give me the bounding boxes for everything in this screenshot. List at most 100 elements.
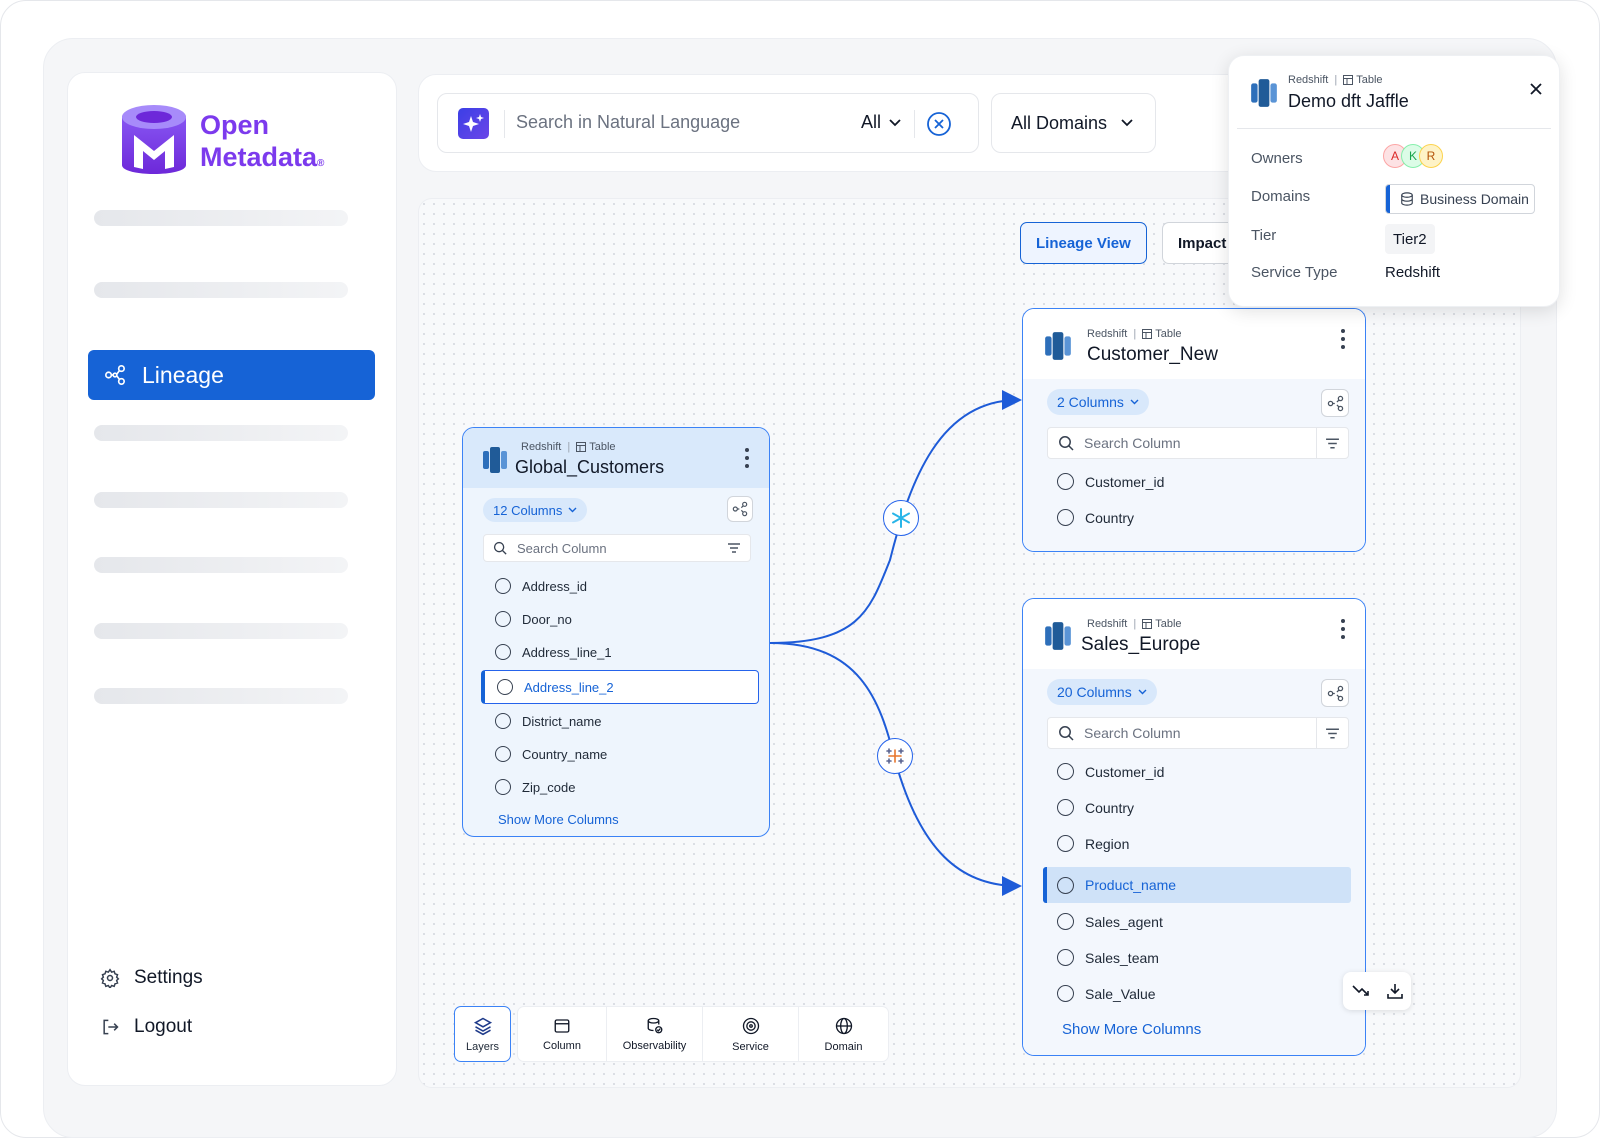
trend-down-icon[interactable]: [1351, 984, 1370, 998]
tool-label: Layers: [465, 1040, 500, 1053]
column-row[interactable]: Door_no: [495, 611, 572, 627]
columns-toggle[interactable]: 12 Columns: [483, 498, 588, 522]
column-name: Product_name: [1085, 877, 1177, 893]
tier-label: Tier: [1251, 227, 1277, 244]
popup-title: Demo dft Jaffle: [1288, 91, 1409, 111]
column-name: Customer_id: [1085, 763, 1165, 780]
column-row[interactable]: Region: [1057, 835, 1129, 852]
column-row[interactable]: Customer_id: [1057, 763, 1164, 780]
columns-toggle[interactable]: 20 Columns: [1047, 679, 1157, 705]
show-more-columns-link[interactable]: Show More Columns: [498, 812, 619, 827]
column-lineage-button[interactable]: [1321, 389, 1349, 417]
node-meta: Redshift | Table: [1087, 328, 1182, 340]
show-more-columns-link[interactable]: Show More Columns: [1062, 1021, 1201, 1038]
redshift-icon: [1045, 622, 1071, 650]
column-name: Sale_Value: [1085, 985, 1156, 1002]
observability-layer-button[interactable]: Observability: [607, 1006, 703, 1062]
service-name: Redshift: [1087, 618, 1128, 630]
column-row[interactable]: Sale_Value: [1057, 985, 1156, 1002]
tableau-pipeline-icon[interactable]: [877, 738, 913, 774]
column-search-input[interactable]: Search Column: [1047, 717, 1349, 749]
tool-label: Column: [543, 1039, 581, 1052]
owner-avatar[interactable]: R: [1419, 144, 1443, 168]
layers-button[interactable]: Layers: [454, 1006, 511, 1062]
filter-icon[interactable]: [1316, 718, 1348, 748]
column-row-selected[interactable]: Address_line_2: [481, 670, 759, 704]
search-icon: [493, 541, 507, 555]
column-row-selected[interactable]: Product_name: [1043, 867, 1351, 903]
lineage-icon: [732, 501, 748, 517]
snowflake-pipeline-icon[interactable]: [883, 500, 919, 536]
database-icon: [1401, 192, 1413, 206]
column-row[interactable]: Customer_id: [1057, 473, 1164, 490]
layers-icon: [473, 1017, 492, 1035]
columns-toggle[interactable]: 2 Columns: [1047, 389, 1149, 415]
table-icon: [1343, 75, 1354, 85]
lineage-node-global-customers[interactable]: Redshift | Table Global_Customers 12 Colu…: [462, 427, 770, 837]
column-search-placeholder: Search Column: [1084, 435, 1181, 451]
column-row[interactable]: Country: [1057, 799, 1134, 816]
chevron-down-icon: [1130, 399, 1139, 405]
columns-count: 20 Columns: [1057, 684, 1132, 700]
table-icon: [1142, 619, 1153, 629]
download-icon[interactable]: [1386, 983, 1403, 999]
more-options-icon[interactable]: [1341, 619, 1345, 643]
column-row[interactable]: Address_id: [495, 578, 587, 594]
filter-icon[interactable]: [1316, 428, 1348, 458]
column-lineage-button[interactable]: [1321, 679, 1349, 707]
column-layer-button[interactable]: Column: [517, 1006, 607, 1062]
column-icon: [554, 1018, 570, 1033]
column-name: Country: [1085, 509, 1135, 526]
column-row[interactable]: Sales_agent: [1057, 913, 1163, 930]
table-icon: [1142, 329, 1153, 339]
column-search-input[interactable]: Search Column: [1047, 427, 1349, 459]
column-name: Zip_code: [522, 779, 576, 795]
column-row[interactable]: Sales_team: [1057, 949, 1159, 966]
column-name: District_name: [522, 713, 602, 729]
column-row[interactable]: Country: [1057, 509, 1134, 526]
column-search-input[interactable]: Search Column: [483, 534, 751, 562]
service-type-label: Service Type: [1251, 264, 1338, 281]
entity-type: Table: [1356, 74, 1383, 86]
column-lineage-button[interactable]: [727, 496, 753, 522]
tool-label: Service: [732, 1040, 769, 1053]
node-title: Sales_Europe: [1081, 634, 1201, 655]
lineage-icon: [1327, 395, 1343, 411]
more-options-icon[interactable]: [1341, 329, 1345, 353]
domain-name: Business Domain: [1420, 191, 1529, 207]
chevron-down-icon: [1138, 689, 1147, 695]
column-name: Address_line_1: [522, 644, 612, 660]
popup-meta: Redshift | Table: [1288, 74, 1383, 86]
domain-tag[interactable]: Business Domain: [1385, 184, 1535, 214]
service-name: Redshift: [521, 441, 562, 453]
column-name: Country_name: [522, 746, 608, 762]
filter-icon[interactable]: [718, 535, 750, 561]
close-icon[interactable]: [1529, 82, 1543, 96]
canvas-actions: [1343, 972, 1411, 1010]
column-name: Country: [1085, 799, 1135, 816]
redshift-icon: [483, 447, 507, 473]
lineage-node-customer-new[interactable]: Redshift | Table Customer_New 2 Columns S…: [1022, 308, 1366, 552]
entity-type: Table: [1155, 618, 1182, 630]
tier-badge: Tier2: [1385, 224, 1435, 254]
column-row[interactable]: Country_name: [495, 746, 607, 762]
tool-label: Domain: [824, 1040, 863, 1053]
lineage-node-sales-europe[interactable]: Redshift | Table Sales_Europe 20 Columns …: [1022, 598, 1366, 1056]
column-name: Sales_team: [1085, 949, 1159, 966]
globe-icon: [835, 1017, 852, 1034]
columns-count: 2 Columns: [1057, 394, 1124, 410]
more-options-icon[interactable]: [745, 448, 749, 472]
chevron-down-icon: [568, 507, 577, 513]
service-layer-button[interactable]: Service: [703, 1006, 799, 1062]
divider: [1237, 128, 1551, 129]
domain-layer-button[interactable]: Domain: [799, 1006, 889, 1062]
column-name: Door_no: [522, 611, 572, 627]
column-name: Address_id: [522, 578, 588, 594]
canvas-toolbar: Layers Column Observability Service Doma…: [454, 1006, 889, 1062]
column-row[interactable]: Zip_code: [495, 779, 575, 795]
table-icon: [576, 442, 587, 452]
entity-type: Table: [1155, 328, 1182, 340]
column-row[interactable]: Address_line_1: [495, 644, 612, 660]
column-search-placeholder: Search Column: [517, 540, 607, 556]
column-row[interactable]: District_name: [495, 713, 601, 729]
